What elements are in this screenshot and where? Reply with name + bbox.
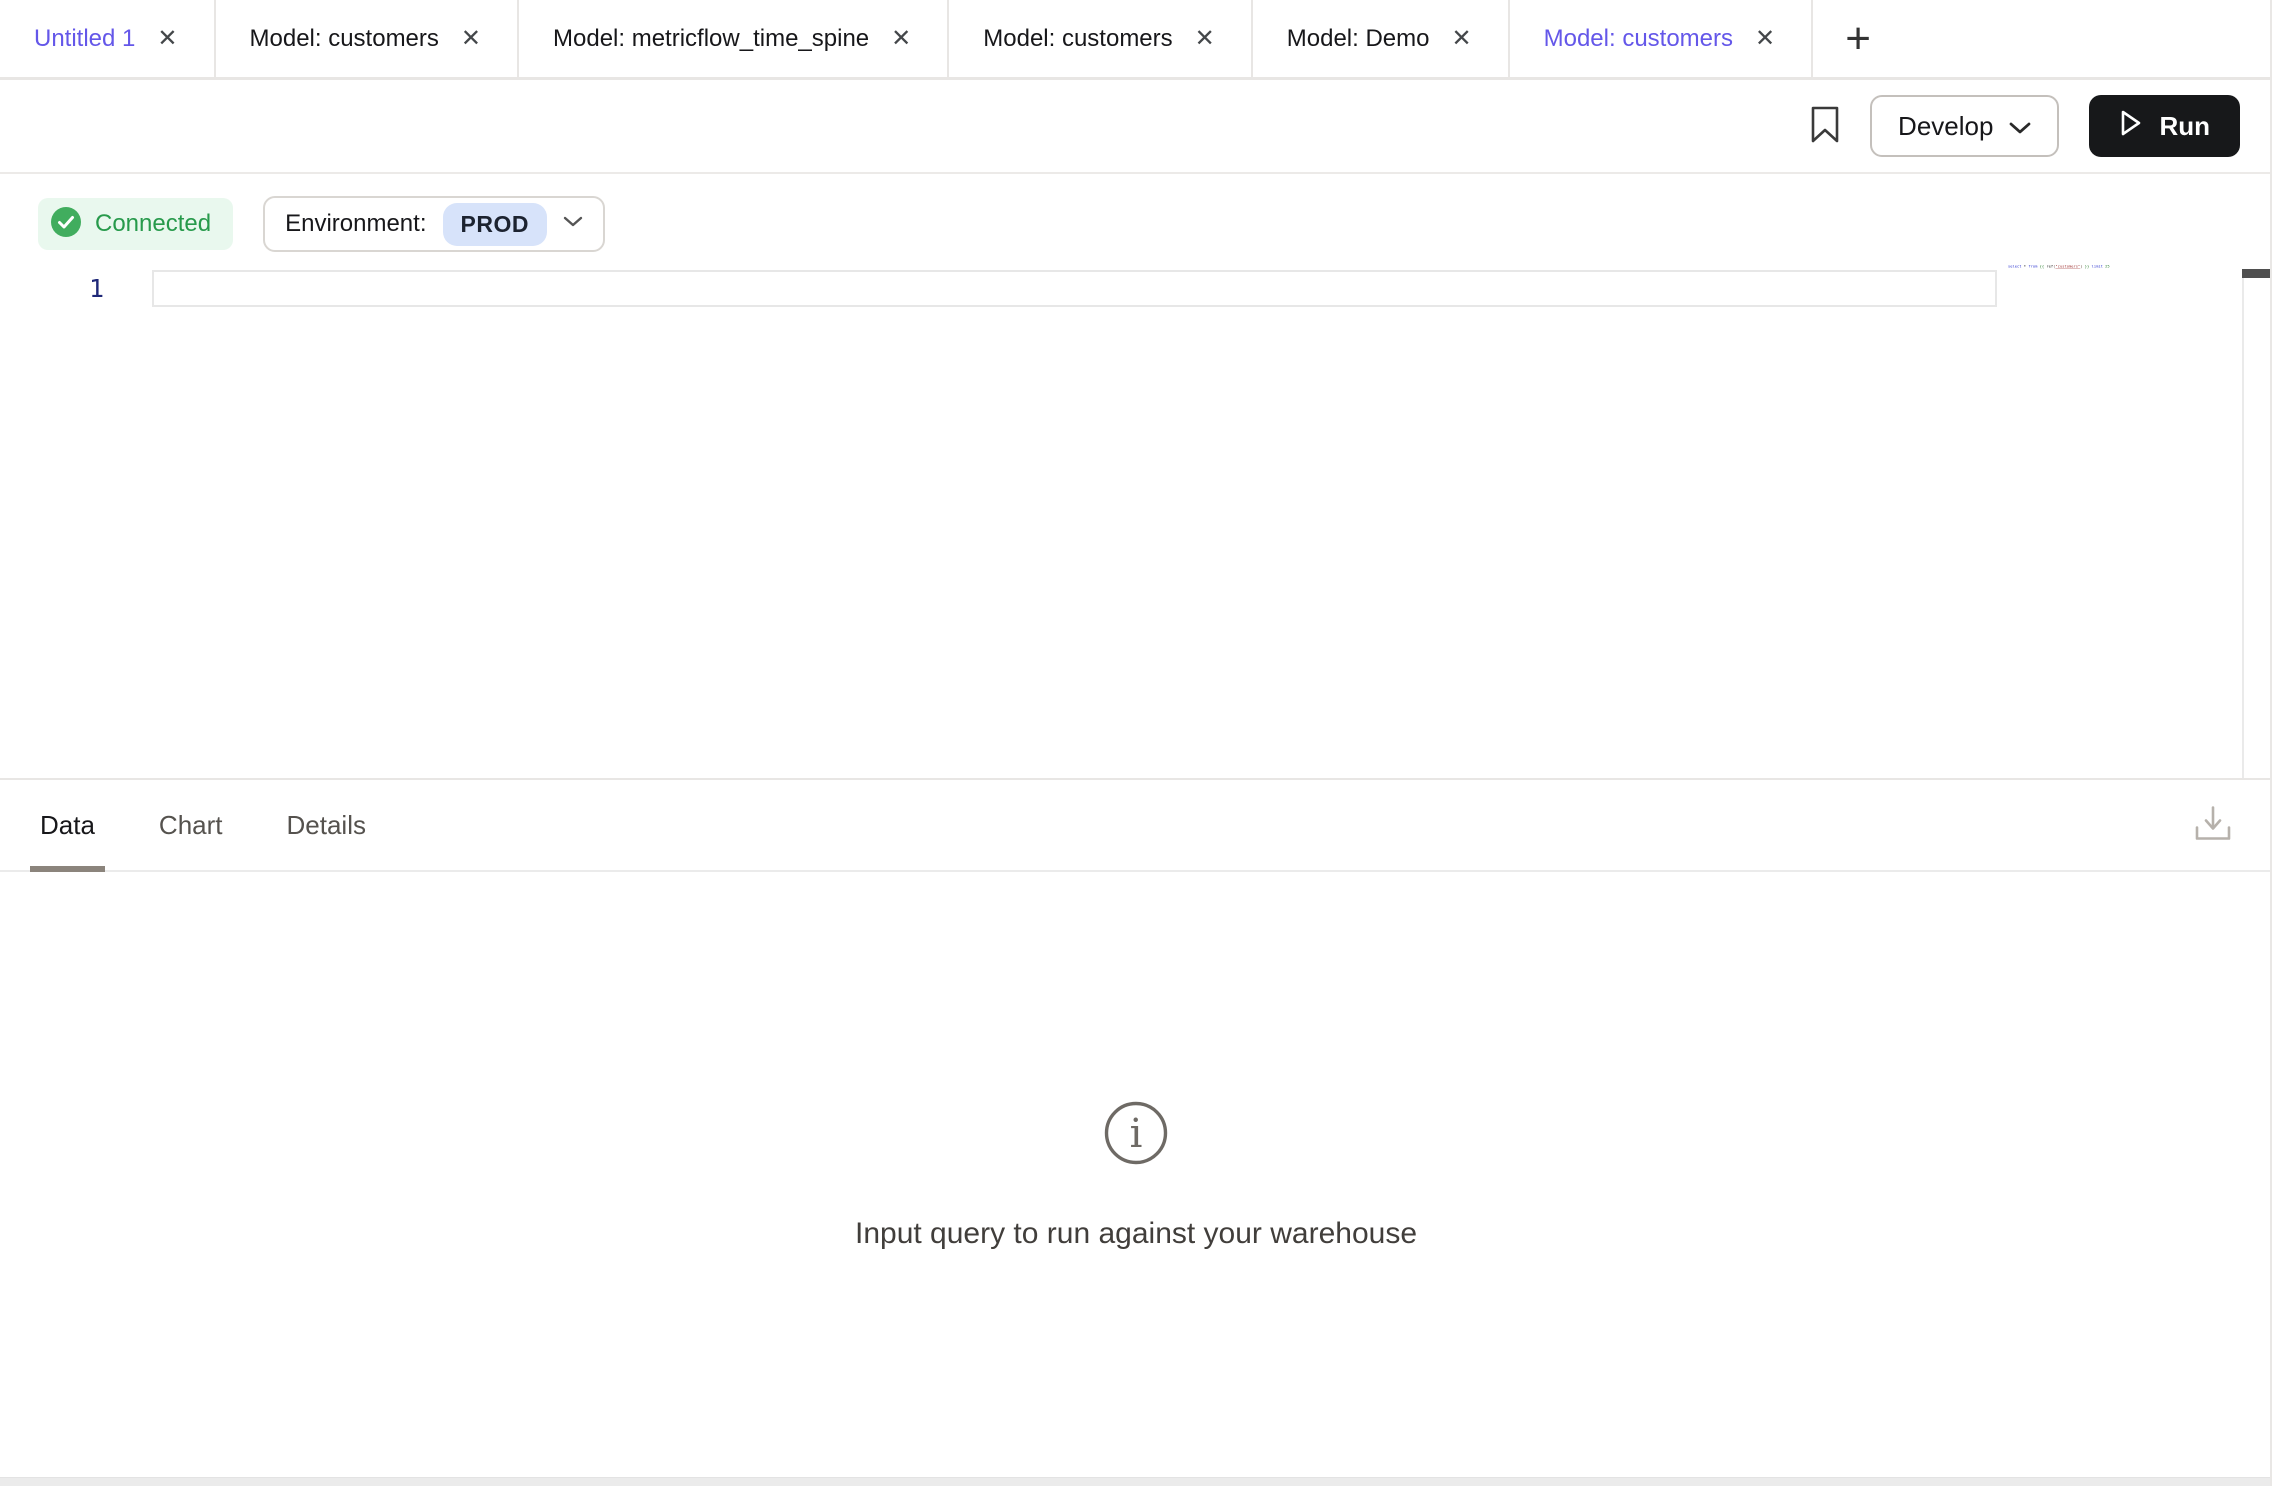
scrollbar-thumb[interactable] bbox=[2242, 269, 2270, 278]
bookmark-button[interactable] bbox=[1810, 105, 1840, 148]
code-token: select bbox=[2008, 264, 2022, 268]
tab-data-label: Data bbox=[40, 810, 95, 841]
download-results-button[interactable] bbox=[2192, 804, 2234, 847]
code-token: limit bbox=[2092, 264, 2103, 268]
tab-chart[interactable]: Chart bbox=[149, 780, 233, 870]
tab-data[interactable]: Data bbox=[30, 780, 105, 870]
editor-pane: Connected Environment: PROD 1 select * f… bbox=[0, 174, 2272, 778]
ide-window: Untitled 1 ✕ Model: customers ✕ Model: m… bbox=[0, 0, 2272, 1486]
tab-label: Model: metricflow_time_spine bbox=[553, 25, 869, 53]
tab-label: Model: customers bbox=[1544, 25, 1733, 53]
close-icon[interactable]: ✕ bbox=[1193, 25, 1217, 53]
tab-details-label: Details bbox=[287, 810, 366, 841]
minimap[interactable]: select * from {{ ref("customers") }} lim… bbox=[2008, 264, 2110, 268]
line-number: 1 bbox=[0, 270, 160, 307]
info-icon: i bbox=[1103, 1100, 1169, 1171]
download-icon bbox=[2192, 804, 2234, 847]
run-button[interactable]: Run bbox=[2089, 95, 2240, 157]
code-token: 25 bbox=[2105, 264, 2110, 268]
bottom-status-strip bbox=[0, 1477, 2272, 1486]
empty-state-message: Input query to run against your warehous… bbox=[855, 1217, 1417, 1251]
tab-model-customers-1[interactable]: Model: customers ✕ bbox=[216, 0, 520, 77]
develop-dropdown-button[interactable]: Develop bbox=[1870, 95, 2059, 157]
tab-model-customers-2[interactable]: Model: customers ✕ bbox=[949, 0, 1253, 77]
play-icon bbox=[2119, 109, 2143, 144]
close-icon[interactable]: ✕ bbox=[1753, 25, 1777, 53]
code-token: from bbox=[2028, 264, 2037, 268]
tab-model-customers-3[interactable]: Model: customers ✕ bbox=[1510, 0, 1814, 77]
results-empty-state: i Input query to run against your wareho… bbox=[0, 872, 2272, 1474]
develop-label: Develop bbox=[1898, 111, 1993, 142]
close-icon[interactable]: ✕ bbox=[889, 25, 913, 53]
toolbar: Develop Run bbox=[0, 80, 2272, 174]
tab-bar: Untitled 1 ✕ Model: customers ✕ Model: m… bbox=[0, 0, 2272, 80]
connection-status-label: Connected bbox=[95, 210, 211, 238]
chevron-down-icon bbox=[563, 215, 583, 233]
bookmark-icon bbox=[1810, 105, 1840, 148]
tab-model-metricflow-time-spine[interactable]: Model: metricflow_time_spine ✕ bbox=[519, 0, 949, 77]
scrollbar-track bbox=[2242, 269, 2244, 778]
tab-untitled-1[interactable]: Untitled 1 ✕ bbox=[0, 0, 216, 77]
tab-label: Untitled 1 bbox=[34, 25, 135, 53]
active-line-box: select * from {{ ref("customers") }} lim… bbox=[152, 270, 1997, 307]
new-tab-button[interactable]: + bbox=[1813, 0, 1903, 77]
environment-selector[interactable]: Environment: PROD bbox=[263, 196, 605, 252]
tab-label: Model: customers bbox=[983, 25, 1172, 53]
environment-row: Connected Environment: PROD bbox=[0, 174, 2272, 260]
tab-label: Model: customers bbox=[250, 25, 439, 53]
environment-label: Environment: bbox=[285, 210, 426, 238]
code-token-ref-link[interactable]: "customers" bbox=[2055, 264, 2080, 268]
svg-text:i: i bbox=[1130, 1111, 1143, 1157]
tab-chart-label: Chart bbox=[159, 810, 223, 841]
run-label: Run bbox=[2159, 111, 2210, 142]
close-icon[interactable]: ✕ bbox=[155, 25, 179, 53]
tab-label: Model: Demo bbox=[1287, 25, 1430, 53]
connection-status-badge: Connected bbox=[38, 198, 233, 250]
tab-details[interactable]: Details bbox=[277, 780, 376, 870]
code-editor[interactable]: 1 select * from {{ ref("customers") }} l… bbox=[0, 270, 2272, 307]
code-token: ref bbox=[2046, 264, 2053, 268]
minimap-code-line: select * from {{ ref("customers") }} lim… bbox=[2008, 264, 2110, 268]
chevron-down-icon bbox=[2009, 111, 2031, 142]
close-icon[interactable]: ✕ bbox=[459, 25, 483, 53]
plus-icon: + bbox=[1845, 14, 1871, 64]
close-icon[interactable]: ✕ bbox=[1450, 25, 1474, 53]
environment-value-chip: PROD bbox=[443, 203, 547, 246]
check-circle-icon bbox=[50, 206, 82, 243]
tab-model-demo[interactable]: Model: Demo ✕ bbox=[1253, 0, 1510, 77]
results-tab-bar: Data Chart Details bbox=[0, 778, 2272, 872]
